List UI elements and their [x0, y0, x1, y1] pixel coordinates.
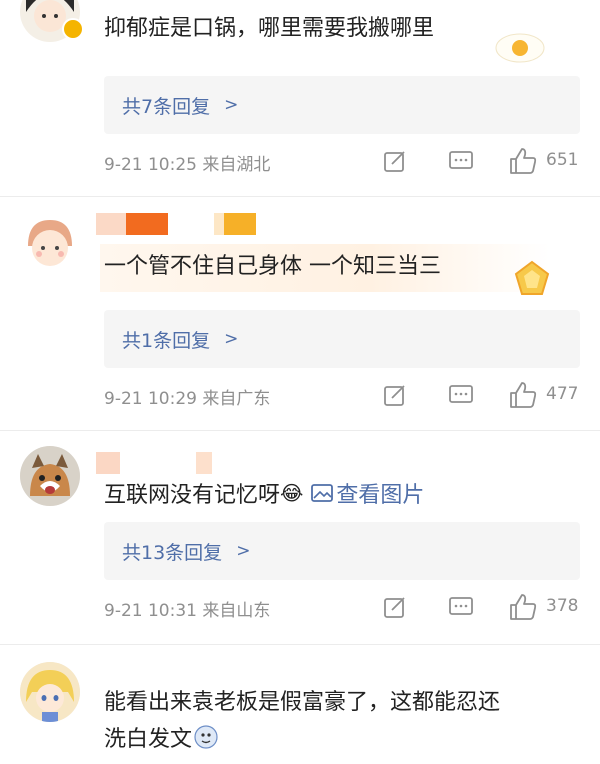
reply-count-button[interactable]: 共13条回复 >: [104, 522, 580, 580]
like-icon[interactable]: [508, 146, 538, 176]
image-icon: [311, 484, 334, 502]
comment-meta: 9-21 10:25 来自湖北 651: [104, 148, 584, 176]
username[interactable]: [96, 213, 266, 235]
comment-text: 抑郁症是口锅，哪里需要我搬哪里: [104, 16, 435, 41]
egg-sticker-icon: [495, 33, 545, 63]
edit-icon[interactable]: [382, 594, 408, 620]
avatar[interactable]: [20, 446, 80, 506]
reply-count-button[interactable]: 共7条回复 >: [104, 76, 580, 134]
view-image-link[interactable]: 查看图片: [311, 477, 424, 509]
comment-icon[interactable]: [448, 594, 474, 620]
reply-count-label: 共13条回复: [122, 541, 223, 564]
badge-sticker-icon: [514, 260, 550, 295]
like-count: 477: [546, 384, 579, 404]
comment-text: 一个管不住自己身体 一个知三当三: [104, 254, 441, 279]
comment-text: 互联网没有记忆呀: [104, 483, 281, 508]
comment-text-line: 洗白发文: [104, 720, 218, 754]
edit-icon[interactable]: [382, 148, 408, 174]
divider: [0, 644, 600, 645]
divider: [0, 430, 600, 431]
chevron-right-icon: >: [224, 329, 239, 349]
comment-text-line: 互联网没有记忆呀 😂 查看图片: [104, 476, 424, 510]
chevron-right-icon: >: [236, 541, 251, 561]
username[interactable]: [96, 452, 226, 474]
like-icon[interactable]: [508, 592, 538, 622]
like-count: 378: [546, 596, 579, 616]
avatar[interactable]: [20, 212, 80, 272]
reply-count-button[interactable]: 共1条回复 >: [104, 310, 580, 368]
divider: [0, 196, 600, 197]
comment-icon[interactable]: [448, 382, 474, 408]
reply-count-label: 共1条回复: [122, 329, 211, 352]
laugh-emoji: 😂: [280, 481, 304, 505]
chevron-right-icon: >: [224, 95, 239, 115]
like-count: 651: [546, 150, 579, 170]
view-image-label: 查看图片: [336, 483, 425, 508]
edit-icon[interactable]: [382, 382, 408, 408]
like-icon[interactable]: [508, 380, 538, 410]
verified-badge-icon: [62, 18, 84, 40]
comment-meta: 9-21 10:29 来自广东 477: [104, 382, 584, 410]
timestamp-location: 9-21 10:31 来自山东: [104, 601, 271, 621]
timestamp-location: 9-21 10:29 来自广东: [104, 389, 271, 409]
comment-text: 洗白发文: [104, 727, 193, 752]
face-emoji-icon: [194, 725, 218, 749]
timestamp-location: 9-21 10:25 来自湖北: [104, 155, 271, 175]
comment-meta: 9-21 10:31 来自山东 378: [104, 594, 584, 622]
reply-count-label: 共7条回复: [122, 95, 211, 118]
avatar[interactable]: [20, 662, 80, 722]
comment-text: 能看出来袁老板是假富豪了，这都能忍还: [104, 690, 501, 715]
comment-icon[interactable]: [448, 148, 474, 174]
